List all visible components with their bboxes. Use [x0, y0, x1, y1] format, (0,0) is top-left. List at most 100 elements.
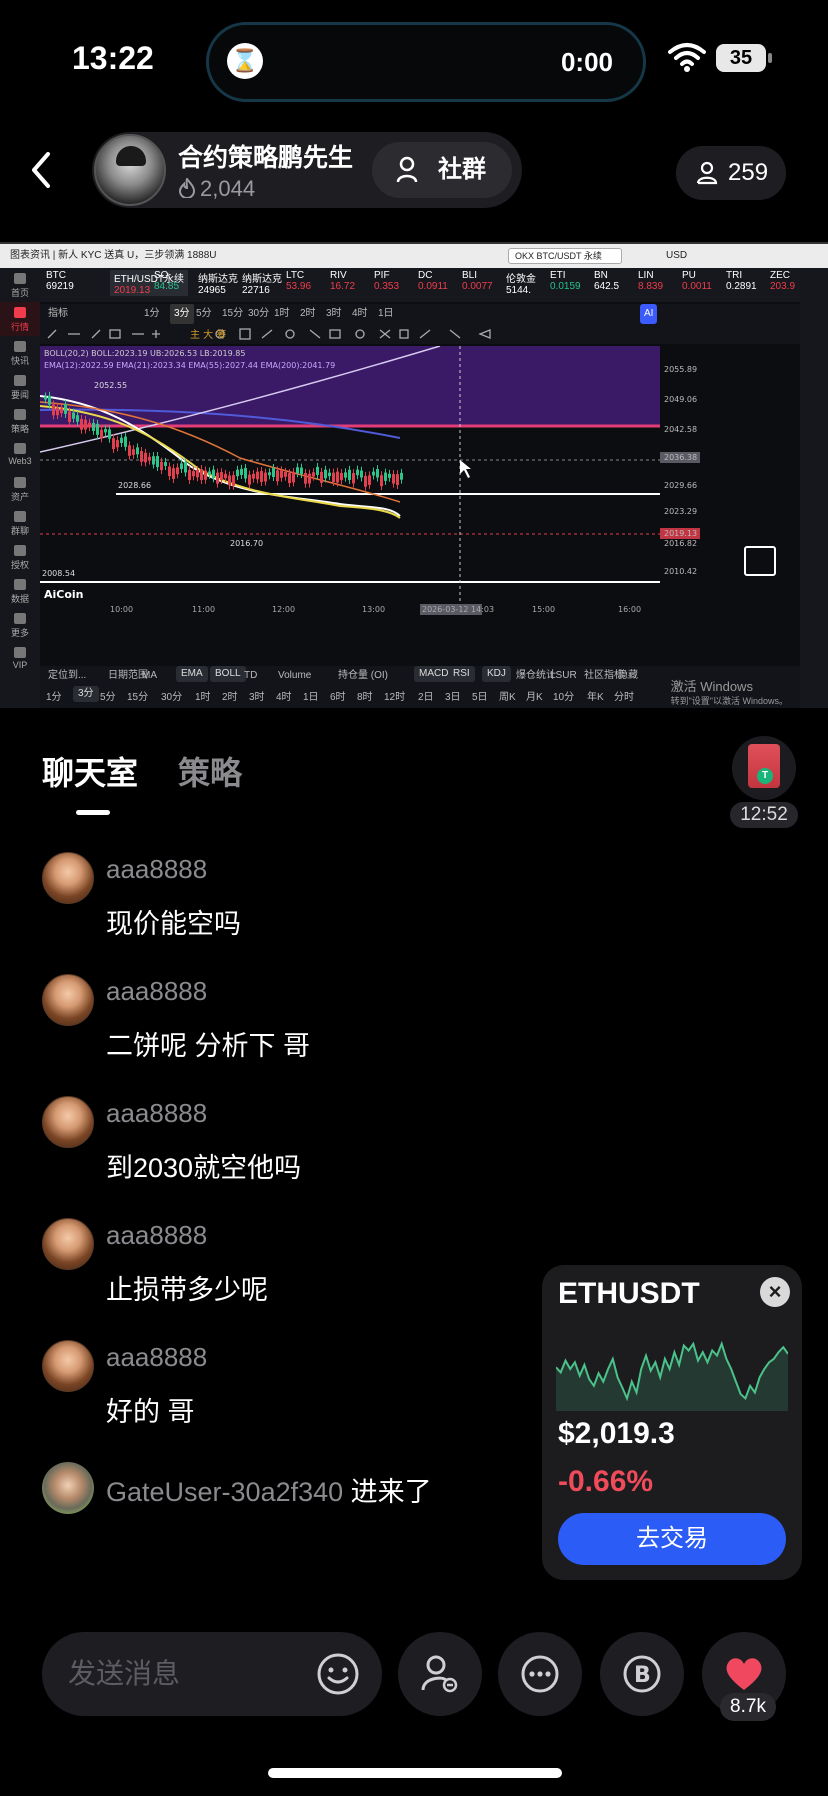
close-icon[interactable]: ×	[760, 1277, 790, 1307]
video-topbar: 图表资讯 | 新人 KYC 送真 U，三步领满 1888U OKX BTC/US…	[0, 244, 828, 268]
ticker-item: 伦敦金 5144.	[506, 270, 536, 296]
timeframe-bottom-option: 1时	[195, 692, 211, 703]
ticker-price: 203.9	[770, 281, 796, 292]
message-avatar[interactable]	[42, 1340, 94, 1392]
watermark-line1: 激活 Windows	[670, 679, 753, 694]
rail-item: 数据	[0, 574, 40, 608]
message-avatar[interactable]	[42, 974, 94, 1026]
price-chart[interactable]: BOLL(20,2) BOLL:2023.19 UB:2026.53 LB:20…	[40, 346, 800, 666]
timeframe-bottom-option: 5日	[472, 692, 488, 703]
timeframe-option: 2时	[300, 308, 316, 319]
ticker-price: 22716	[242, 285, 270, 296]
message-avatar[interactable]	[42, 1218, 94, 1270]
timeframe-option: 30分	[248, 308, 270, 319]
tab-strategy[interactable]: 策略	[178, 748, 242, 794]
indicator-option: 定位到...	[48, 670, 87, 681]
ticker-price: 642.5	[594, 281, 620, 292]
message-avatar[interactable]	[42, 1096, 94, 1148]
time-axis: 10:00 11:00 12:00 13:00 2026-03-12 14:03 15:0…	[110, 604, 641, 615]
rail-item: VIP	[0, 642, 40, 676]
status-time: 13:22	[72, 40, 154, 76]
timeframe-bottom-option: 分时	[614, 692, 634, 703]
message-username[interactable]: aaa8888	[106, 1342, 207, 1373]
ticker-price: 69219	[46, 281, 74, 292]
coin-icon: T	[757, 768, 773, 784]
message-text: 止损带多少呢	[106, 1275, 268, 1305]
indicator-option: KDJ	[482, 666, 511, 682]
ticker-symbol: LIN	[638, 270, 654, 281]
chart-annot-2008: 2008.54	[42, 569, 75, 578]
follow-host-button[interactable]	[398, 1632, 482, 1716]
ticker-price: 84.85	[154, 281, 180, 292]
join-avatar[interactable]	[42, 1462, 94, 1514]
drawing-tools-icon: 主 大 筹	[47, 328, 491, 341]
red-packet-button[interactable]: T	[732, 736, 796, 800]
rail-item: 更多	[0, 608, 40, 642]
ticker-item: 纳斯达克 22716	[242, 270, 282, 296]
hourglass-icon: ⌛	[227, 43, 263, 79]
person-icon	[696, 161, 718, 185]
time-label: 13:00	[362, 605, 385, 614]
dynamic-island[interactable]: ⌛ 0:00	[206, 22, 646, 102]
message-composer[interactable]	[42, 1632, 382, 1716]
timeframe-option: 3时	[326, 308, 342, 319]
host-avatar[interactable]	[94, 134, 166, 206]
group-button[interactable]: 社群	[372, 142, 512, 198]
rail-item: Web3	[0, 438, 40, 472]
indicator-option: Volume	[278, 670, 312, 681]
timeframe-bottom-option: 1分	[46, 692, 62, 703]
host-fans-count: 2,044	[200, 176, 256, 201]
time-label: 11:00	[192, 605, 215, 614]
home-indicator[interactable]	[268, 1768, 562, 1778]
timeframe-bottom-option: 30分	[161, 692, 183, 703]
live-video[interactable]: 图表资讯 | 新人 KYC 送真 U，三步领满 1888U OKX BTC/US…	[0, 242, 828, 708]
market-card[interactable]: ETHUSDT × $2,019.3 -0.66% 去交易	[542, 1265, 802, 1580]
message-username[interactable]: aaa8888	[106, 1220, 207, 1251]
join-username[interactable]: GateUser-30a2f340	[106, 1477, 343, 1507]
ticker-item: 纳斯达克 24965	[198, 270, 238, 296]
host-fans: 2,044	[178, 176, 255, 202]
message-input[interactable]	[68, 1654, 308, 1694]
timeframe-option: 3分	[170, 304, 194, 324]
emoji-icon[interactable]	[316, 1652, 360, 1696]
video-search: OKX BTC/USDT 永续	[508, 248, 622, 264]
message-username[interactable]: aaa8888	[106, 976, 207, 1007]
windows-watermark: 激活 Windows 转到"设置"以激活 Windows。	[671, 680, 788, 708]
ticker-price: 0.353	[374, 281, 400, 292]
timeframe-bottom-option: 3时	[249, 692, 265, 703]
price-label: 2016.82	[664, 539, 697, 548]
timeframe-option: 1日	[378, 308, 394, 319]
indicator-option: MA	[142, 670, 157, 681]
ticker-item: PU 0.0011	[682, 270, 712, 292]
more-button[interactable]	[498, 1632, 582, 1716]
message-text: 好的 哥	[106, 1397, 195, 1427]
ticker-item: ETI 0.0159	[550, 270, 581, 292]
timeframe-bottom-option: 2时	[222, 692, 238, 703]
trade-button[interactable]: 去交易	[558, 1513, 786, 1565]
sparkline-chart	[556, 1340, 788, 1411]
indicator-option: LSUR	[550, 670, 577, 681]
message-username[interactable]: aaa8888	[106, 854, 207, 885]
back-arrow-icon[interactable]	[28, 150, 54, 190]
timeframe-bottom-option: 2日	[418, 692, 434, 703]
ticker-symbol: TRI	[726, 270, 743, 281]
ticker-item: BTC 69219	[46, 270, 74, 292]
timeframe-option: 4时	[352, 308, 368, 319]
video-rotate-icon[interactable]	[744, 546, 776, 576]
timeframe-bottom-option: 12时	[384, 692, 406, 703]
timeframe-bottom-option: 年K	[587, 692, 604, 703]
coin-b-button[interactable]: B	[600, 1632, 684, 1716]
video-topbar-text: 图表资讯 | 新人 KYC 送真 U，三步领满 1888U	[10, 250, 217, 261]
indicator-option: TD	[244, 670, 258, 681]
tab-chat[interactable]: 聊天室	[42, 748, 138, 794]
island-timer: 0:00	[560, 47, 613, 77]
viewer-count-button[interactable]: 259	[676, 146, 786, 200]
message-avatar[interactable]	[42, 852, 94, 904]
svg-text:主 大 筹: 主 大 筹	[190, 328, 226, 341]
rail-item: 策略	[0, 404, 40, 438]
rail-item: 首页	[0, 268, 40, 302]
timeframe-bottom-option: 6时	[330, 692, 346, 703]
timeframe-option: 指标	[48, 308, 68, 319]
price-axis: 2055.89 2049.06 2042.58 2036.38 2029.66 2023.…	[660, 365, 700, 576]
message-username[interactable]: aaa8888	[106, 1098, 207, 1129]
